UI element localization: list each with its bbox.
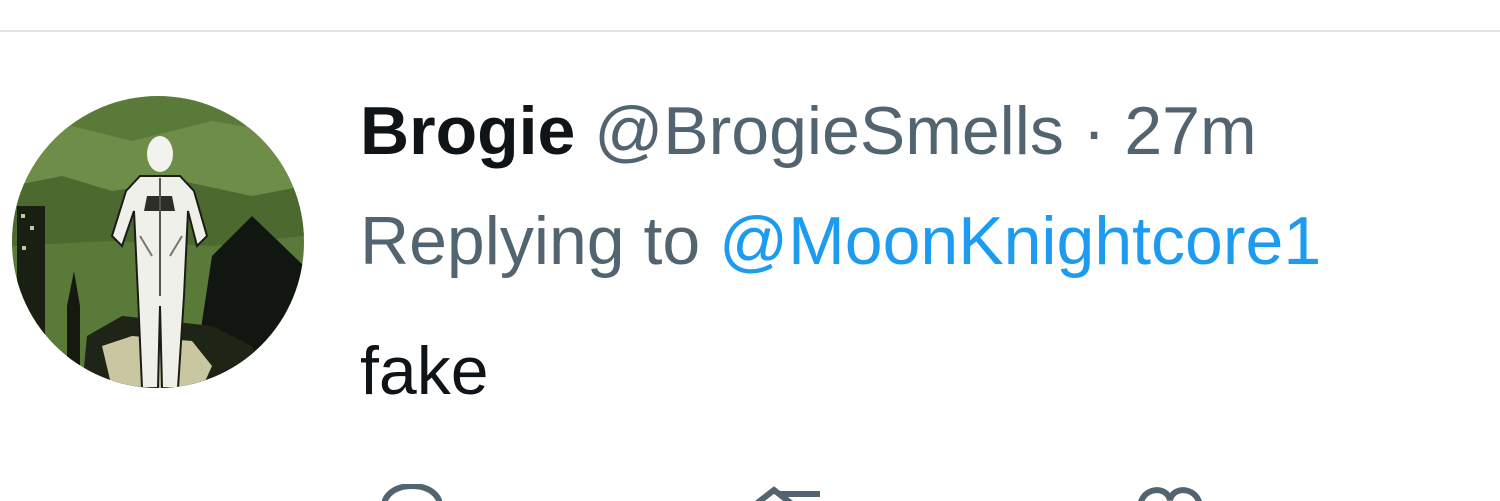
tweet-text: fake [360,333,489,409]
retweet-button[interactable] [750,484,830,501]
tweet-time[interactable]: 27m [1124,93,1256,169]
heart-icon [1138,487,1202,501]
avatar[interactable] [12,96,304,388]
tweet[interactable]: Brogie @BrogieSmells · 27m Replying to @… [0,0,1500,501]
tweet-page: Brogie @BrogieSmells · 27m Replying to @… [0,0,1500,501]
reply-button[interactable] [372,484,452,501]
avatar-image [12,96,304,388]
replying-to-mention[interactable]: @MoonKnightcore1 [719,203,1321,279]
replying-to-line: Replying to @MoonKnightcore1 [360,201,1321,281]
display-name[interactable]: Brogie [360,93,575,169]
user-handle[interactable]: @BrogieSmells [594,93,1064,169]
like-button[interactable] [1130,484,1210,501]
tweet-header: Brogie @BrogieSmells · 27m [360,91,1257,171]
reply-icon [381,484,443,501]
tweet-actions [360,484,1260,501]
retweet-icon [754,486,820,501]
replying-to-label: Replying to [360,203,701,279]
header-separator: · [1082,93,1106,169]
